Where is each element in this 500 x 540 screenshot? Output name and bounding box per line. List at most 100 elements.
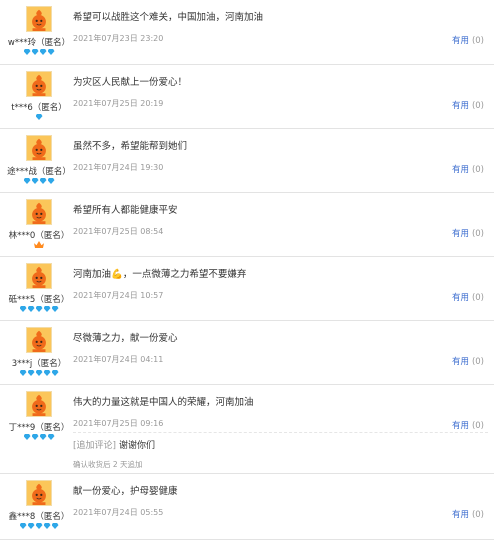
useful-count: (0) — [471, 357, 484, 367]
useful-count: (0) — [471, 101, 484, 111]
diamond-icon — [31, 178, 39, 184]
reviewer-name: 丁***9（匿名） — [8, 423, 70, 433]
useful-label: 有用 — [451, 101, 469, 111]
useful-count: (0) — [471, 510, 484, 520]
diamond-icon — [35, 114, 43, 120]
review-item: 砥***5（匿名） 河南加油💪，一点微薄之力希望不要嫌弃 2021年07月24日 1… — [0, 257, 494, 321]
diamond-icon — [39, 49, 47, 55]
useful-label: 有用 — [451, 165, 469, 175]
reviewer-name: w***玲（匿名） — [7, 38, 71, 48]
diamond-icon — [39, 434, 47, 440]
diamond-icon — [51, 306, 59, 312]
append-divider — [73, 432, 488, 433]
diamond-icon — [31, 434, 39, 440]
diamond-icon — [23, 434, 31, 440]
diamond-icon — [35, 523, 43, 529]
review-content: 伟大的力量这就是中国人的荣耀，河南加油 — [73, 397, 254, 408]
diamond-icon — [43, 306, 51, 312]
review-date: 2021年07月23日 23:20 — [73, 34, 164, 43]
orange-mascot-icon[interactable] — [26, 263, 52, 289]
diamond-icon — [19, 370, 27, 376]
orange-mascot-icon[interactable] — [26, 6, 52, 32]
useful-button[interactable]: 有用 (0) — [452, 508, 484, 520]
user-level-badges — [0, 433, 78, 443]
diamond-icon — [43, 370, 51, 376]
useful-button[interactable]: 有用 (0) — [452, 34, 484, 46]
user-level-badges — [0, 305, 78, 315]
review-date: 2021年07月24日 05:55 — [73, 508, 164, 517]
review-content: 尽微薄之力，献一份爱心 — [73, 333, 178, 344]
user-level-badges — [0, 48, 78, 58]
review-item: t***6（匿名） 为灾区人民献上一份爱心！ 2021年07月25日 20:19 有用… — [0, 65, 494, 129]
reviewer-name: 砥***5（匿名） — [8, 295, 70, 305]
useful-label: 有用 — [451, 421, 469, 431]
diamond-icon — [51, 370, 59, 376]
append-tag: [追加评论] — [73, 441, 117, 451]
orange-mascot-icon[interactable] — [26, 480, 52, 506]
reviewer-name: 途***战（匿名） — [7, 167, 71, 177]
review-date: 2021年07月25日 09:16 — [73, 419, 164, 428]
review-content: 河南加油💪，一点微薄之力希望不要嫌弃 — [73, 269, 247, 280]
diamond-icon — [43, 523, 51, 529]
useful-button[interactable]: 有用 (0) — [452, 355, 484, 367]
diamond-icon — [47, 434, 55, 440]
review-item: 林***0（匿名） 希望所有人都能健康平安 2021年07月25日 08:54 有用(… — [0, 193, 494, 257]
review-date: 2021年07月25日 08:54 — [73, 227, 164, 236]
diamond-icon — [23, 178, 31, 184]
diamond-icon — [35, 370, 43, 376]
useful-button[interactable]: 有用 (0) — [452, 419, 484, 431]
diamond-icon — [27, 523, 35, 529]
useful-button[interactable]: 有用 (0) — [452, 227, 484, 239]
diamond-icon — [27, 306, 35, 312]
orange-mascot-icon[interactable] — [26, 135, 52, 161]
reviewer-name: 林***0（匿名） — [8, 231, 70, 241]
appended-review: [追加评论] 谢谢你们 — [73, 438, 155, 451]
crown-icon — [34, 241, 44, 248]
review-item: 丁***9（匿名） 伟大的力量这就是中国人的荣耀，河南加油 2021年07月25日 … — [0, 385, 494, 474]
append-text: 谢谢你们 — [119, 441, 156, 451]
diamond-icon — [19, 523, 27, 529]
orange-mascot-icon[interactable] — [26, 199, 52, 225]
diamond-icon — [47, 49, 55, 55]
reviewer-name: 鑫***8（匿名） — [8, 512, 70, 522]
useful-label: 有用 — [451, 357, 469, 367]
useful-count: (0) — [471, 293, 484, 303]
useful-count: (0) — [471, 229, 484, 239]
user-level-badges — [0, 369, 78, 379]
review-date: 2021年07月25日 20:19 — [73, 99, 164, 108]
useful-count: (0) — [471, 165, 484, 175]
useful-button[interactable]: 有用 (0) — [452, 99, 484, 111]
review-item: w***玲（匿名） 希望可以战胜这个难关，中国加油，河南加油 2021年07月23日… — [0, 0, 494, 65]
review-content: 希望所有人都能健康平安 — [73, 205, 178, 216]
user-level-badges — [0, 522, 78, 532]
review-content: 虽然不多，希望能帮到她们 — [73, 141, 188, 152]
useful-label: 有用 — [451, 36, 469, 46]
user-level-badges — [0, 113, 78, 123]
useful-count: (0) — [471, 36, 484, 46]
diamond-icon — [27, 370, 35, 376]
diamond-icon — [47, 178, 55, 184]
append-note: 确认收货后 2 天追加 — [73, 460, 143, 469]
useful-count: (0) — [471, 421, 484, 431]
diamond-icon — [23, 49, 31, 55]
review-date: 2021年07月24日 19:30 — [73, 163, 164, 172]
review-content: 献一份爱心，护母婴健康 — [73, 486, 178, 497]
user-level-badges — [0, 177, 78, 187]
user-level-badges — [0, 241, 78, 251]
useful-button[interactable]: 有用 (0) — [452, 291, 484, 303]
useful-label: 有用 — [451, 510, 469, 520]
review-item: 鑫***8（匿名） 献一份爱心，护母婴健康 2021年07月24日 05:55 有用(… — [0, 474, 494, 540]
diamond-icon — [39, 178, 47, 184]
orange-mascot-icon[interactable] — [26, 391, 52, 417]
reviewer-name: 3***j（匿名） — [11, 359, 67, 369]
orange-mascot-icon[interactable] — [26, 71, 52, 97]
useful-button[interactable]: 有用 (0) — [452, 163, 484, 175]
review-content: 为灾区人民献上一份爱心！ — [73, 77, 188, 88]
orange-mascot-icon[interactable] — [26, 327, 52, 353]
review-item: 3***j（匿名） 尽微薄之力，献一份爱心 2021年07月24日 04:11 有用(… — [0, 321, 494, 385]
diamond-icon — [31, 49, 39, 55]
diamond-icon — [51, 523, 59, 529]
review-content: 希望可以战胜这个难关，中国加油，河南加油 — [73, 12, 264, 23]
diamond-icon — [19, 306, 27, 312]
review-date: 2021年07月24日 10:57 — [73, 291, 164, 300]
